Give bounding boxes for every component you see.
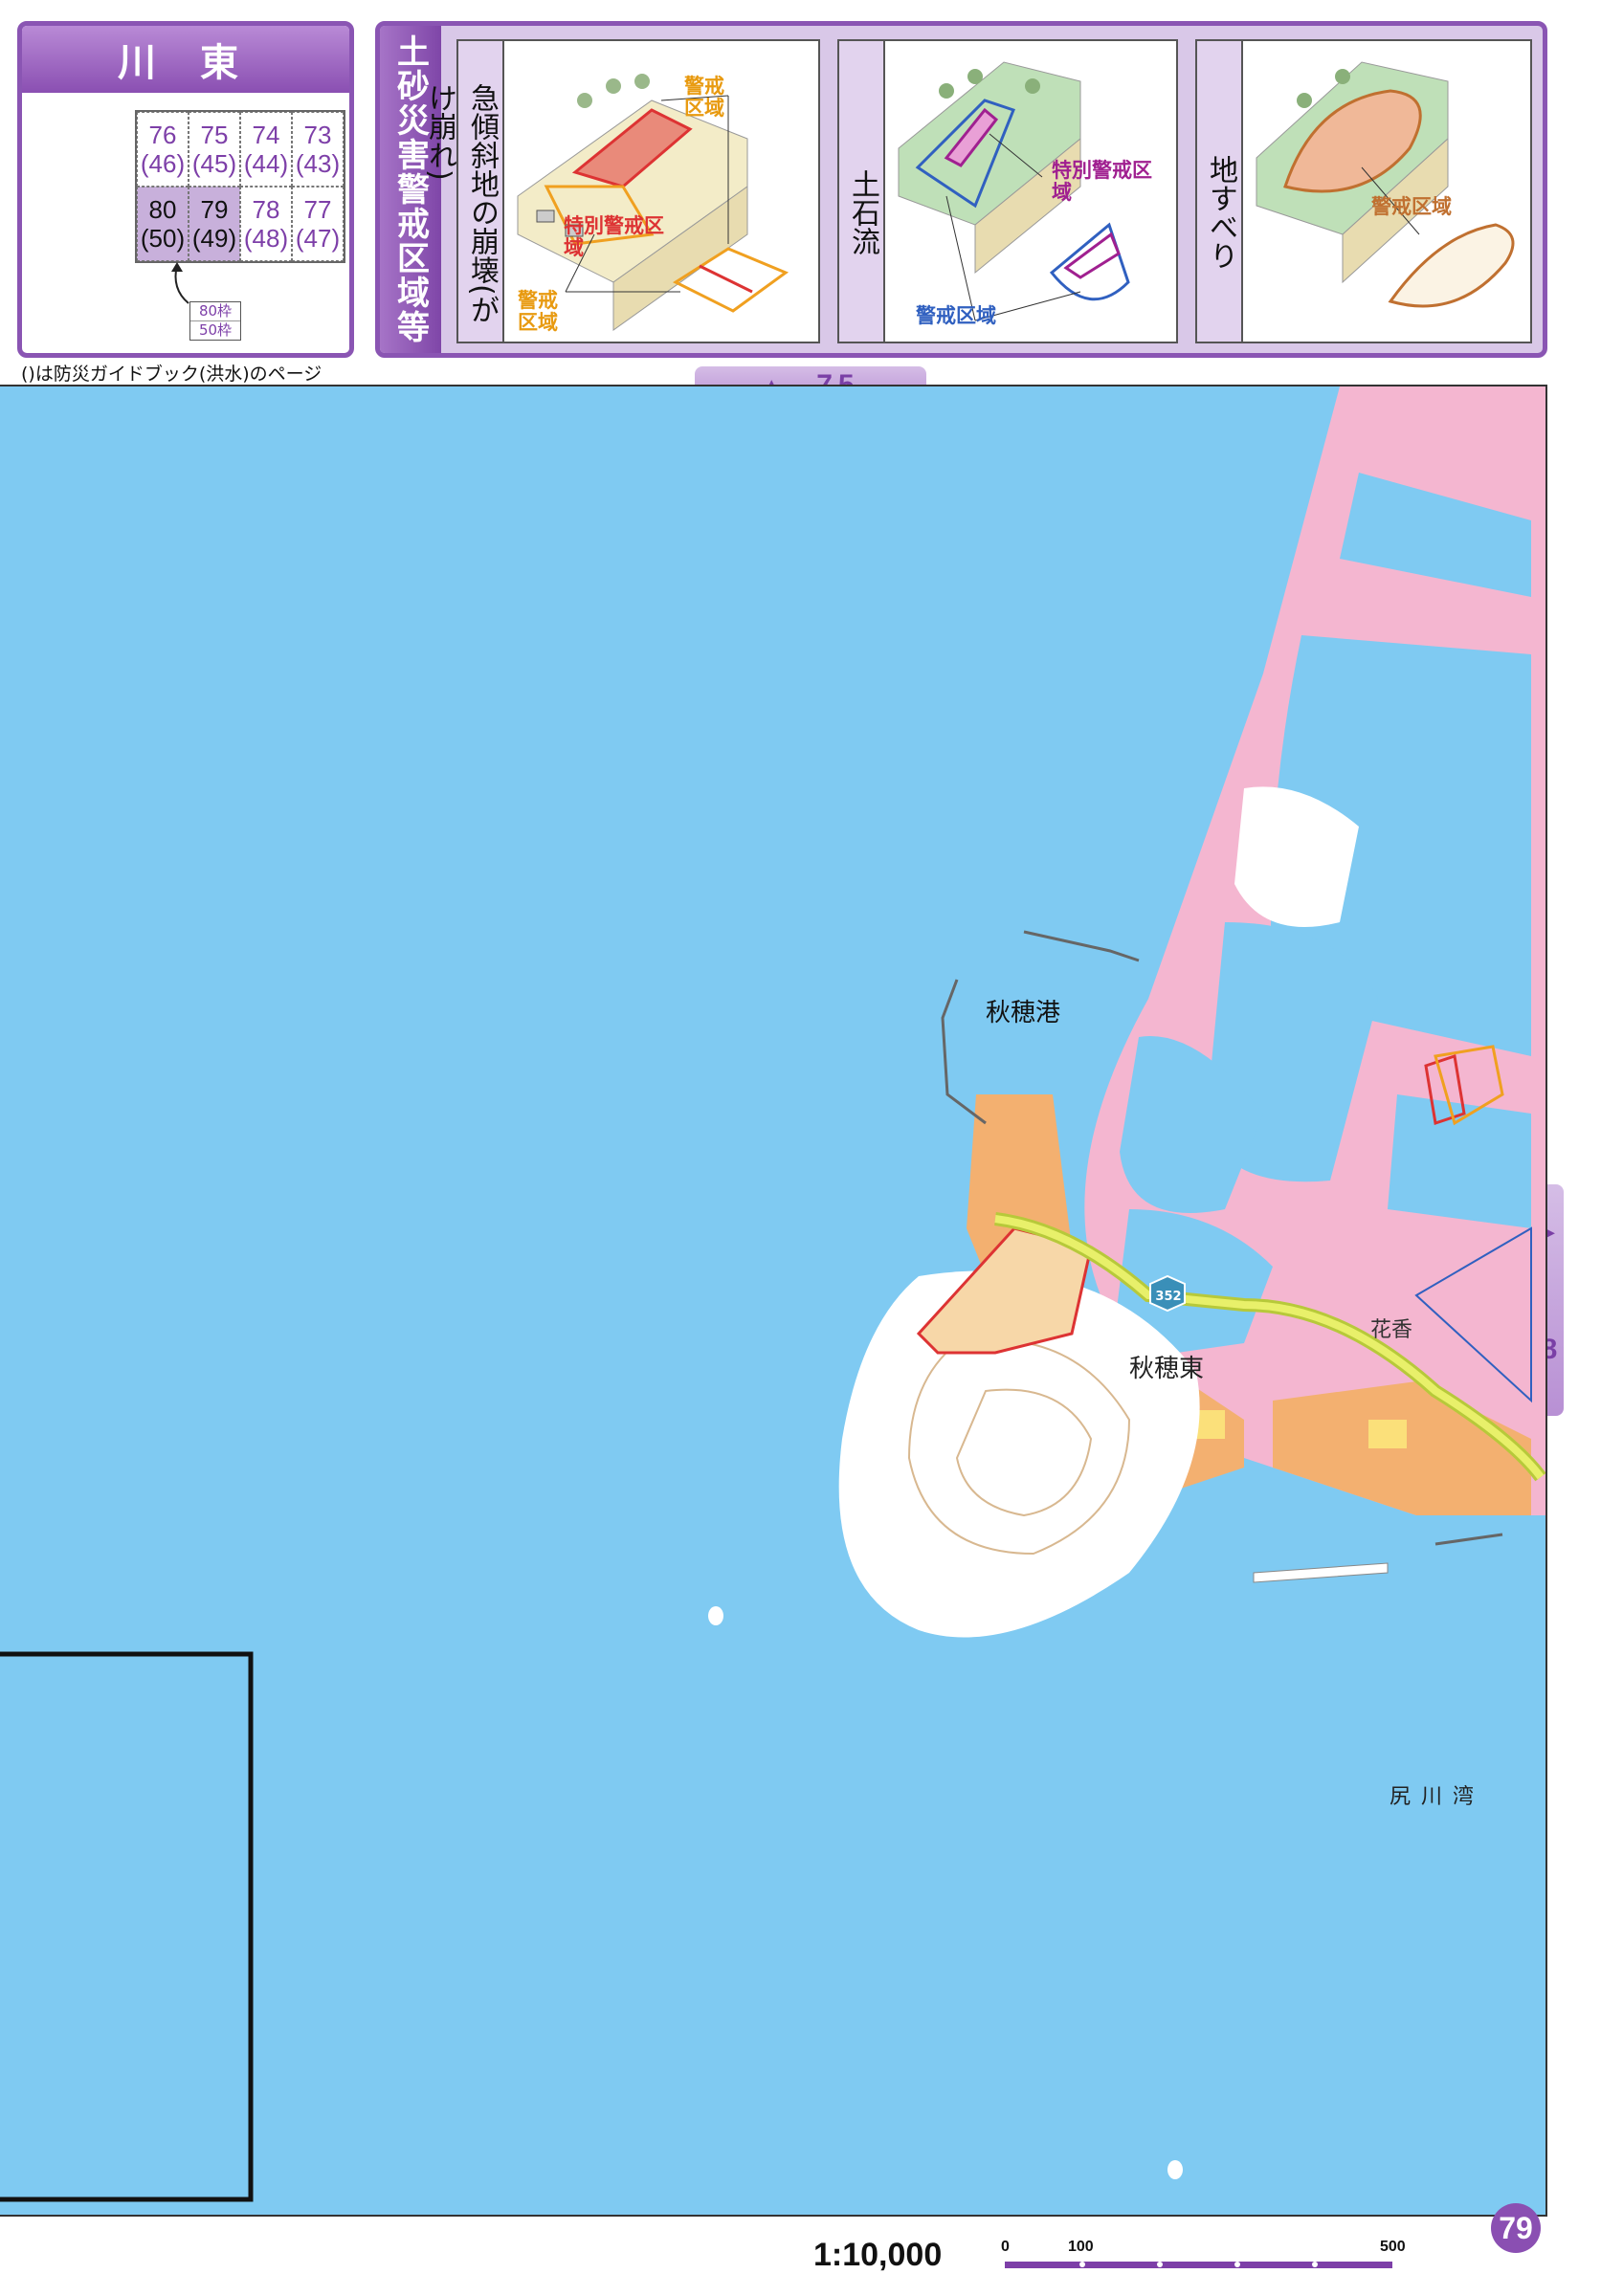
- label-town: 秋穂東: [1129, 1355, 1205, 1383]
- debris-warning-zone: 警戒区域: [916, 304, 996, 327]
- legend-landslide-label: 地すべり: [1197, 41, 1243, 342]
- index-cell-73[interactable]: 73 (43): [292, 112, 344, 187]
- hazard-map[interactable]: 秋穂港 秋穂東 花香 尻 川 湾 352: [0, 385, 1547, 2217]
- scale-tick-500: 500: [1380, 2239, 1406, 2255]
- index-cell-74[interactable]: 74 (44): [240, 112, 292, 187]
- index-panel: 川 東 76 (46) 75 (45) 74 (44) 73 (43) 80 (50) 7…: [17, 21, 354, 358]
- index-cell-78[interactable]: 78 (48): [240, 187, 292, 261]
- landslide-warning-zone: 警戒区域: [1371, 195, 1452, 218]
- legend-debris-label: 土石流: [839, 41, 885, 342]
- label-route-352: 352: [1155, 1290, 1182, 1304]
- label-bay: 尻 川 湾: [1390, 1785, 1476, 1809]
- scale-tick-100: 100: [1068, 2239, 1094, 2255]
- debris-special-zone: 特別警戒区域: [1052, 159, 1152, 204]
- scale-bar: [1005, 2262, 1392, 2268]
- cliff-warning-bottom: 警戒区域: [518, 289, 558, 334]
- legend-cliff-label: 急傾斜地の崩壊(がけ崩れ): [423, 41, 504, 342]
- page-index-grid: 76 (46) 75 (45) 74 (44) 73 (43) 80 (50) 79 (49…: [135, 110, 345, 263]
- page-number-badge: 79: [1491, 2203, 1541, 2253]
- index-legend-main: 80枠: [198, 302, 233, 320]
- index-note: ()は防災ガイドブック(洪水)のページ: [21, 364, 322, 385]
- index-cell-79[interactable]: 79 (49): [189, 187, 240, 261]
- map-svg: [0, 386, 1545, 2215]
- index-legend-sub: 50枠: [190, 320, 240, 340]
- inundation-yellow-1: [1368, 1420, 1407, 1448]
- index-cell-76[interactable]: 76 (46): [137, 112, 189, 187]
- cliff-warning-top: 警戒区域: [684, 75, 724, 120]
- cliff-special-zone: 特別警戒区域: [564, 214, 664, 259]
- landslide-illustration: [1256, 61, 1515, 308]
- inundation-yellow-2: [1196, 1410, 1225, 1439]
- islet-2: [1167, 2160, 1183, 2179]
- index-cell-77[interactable]: 77 (47): [292, 187, 344, 261]
- label-district: 花香: [1370, 1318, 1413, 1342]
- legend-cliff-collapse: 急傾斜地の崩壊(がけ崩れ) 警戒区域 特別警戒区域 警戒区域: [423, 39, 820, 343]
- hazard-legend: 土砂災害警戒区域等 急傾斜地の崩壊(がけ崩れ) 警戒区域 特別警戒区域 警戒区域…: [375, 21, 1547, 358]
- index-cell-80[interactable]: 80 (50): [137, 187, 189, 261]
- legend-debris-flow: 土石流 特別警戒区域 警戒区域: [837, 39, 1178, 343]
- scale-ratio: 1:10,000: [813, 2237, 943, 2273]
- legend-landslide: 地すべり 警戒区域: [1195, 39, 1532, 343]
- label-port: 秋穂港: [986, 999, 1061, 1027]
- islet-1: [708, 1606, 723, 1625]
- index-legend-box: 80枠 50枠: [189, 301, 241, 341]
- index-cell-75[interactable]: 75 (45): [189, 112, 240, 187]
- scale-tick-0: 0: [1001, 2239, 1010, 2255]
- index-title: 川 東: [22, 26, 349, 96]
